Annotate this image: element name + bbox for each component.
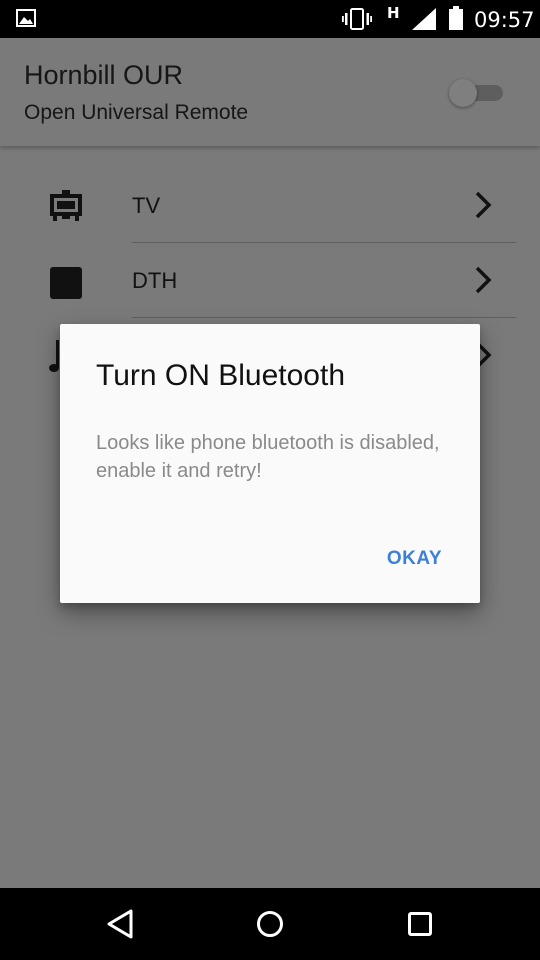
list-item-dth[interactable]: DTH (0, 243, 540, 318)
bluetooth-toggle[interactable] (449, 79, 505, 107)
dialog-message: Looks like phone bluetooth is disabled, … (96, 432, 440, 482)
app-title: Hornbill OUR (24, 60, 184, 90)
status-clock: 09:57 (474, 8, 535, 32)
status-bar: H 09:57 (0, 0, 540, 38)
list-item-tv[interactable]: TV (0, 168, 540, 243)
vibrate-icon (342, 8, 372, 30)
tv-icon (50, 190, 82, 221)
gallery-icon (16, 9, 36, 27)
list-item-label: DTH (132, 268, 178, 293)
toggle-thumb (449, 79, 477, 107)
battery-icon (449, 6, 463, 30)
square-icon (50, 267, 82, 299)
back-icon[interactable] (102, 906, 138, 942)
app-subtitle: Open Universal Remote (24, 101, 249, 124)
network-type-indicator: H (387, 4, 400, 22)
list-item-label: TV (132, 193, 161, 218)
chevron-right-icon (475, 266, 492, 294)
app-bar: Hornbill OUR Open Universal Remote (0, 38, 540, 146)
signal-icon (412, 8, 436, 30)
okay-button[interactable]: OKAY (387, 548, 442, 570)
navigation-bar (0, 888, 540, 960)
dialog-title: Turn ON Bluetooth (96, 359, 346, 392)
bluetooth-dialog: Turn ON Bluetooth Looks like phone bluet… (60, 324, 480, 603)
home-icon[interactable] (252, 906, 288, 942)
chevron-right-icon (475, 191, 492, 219)
recents-icon[interactable] (402, 906, 438, 942)
